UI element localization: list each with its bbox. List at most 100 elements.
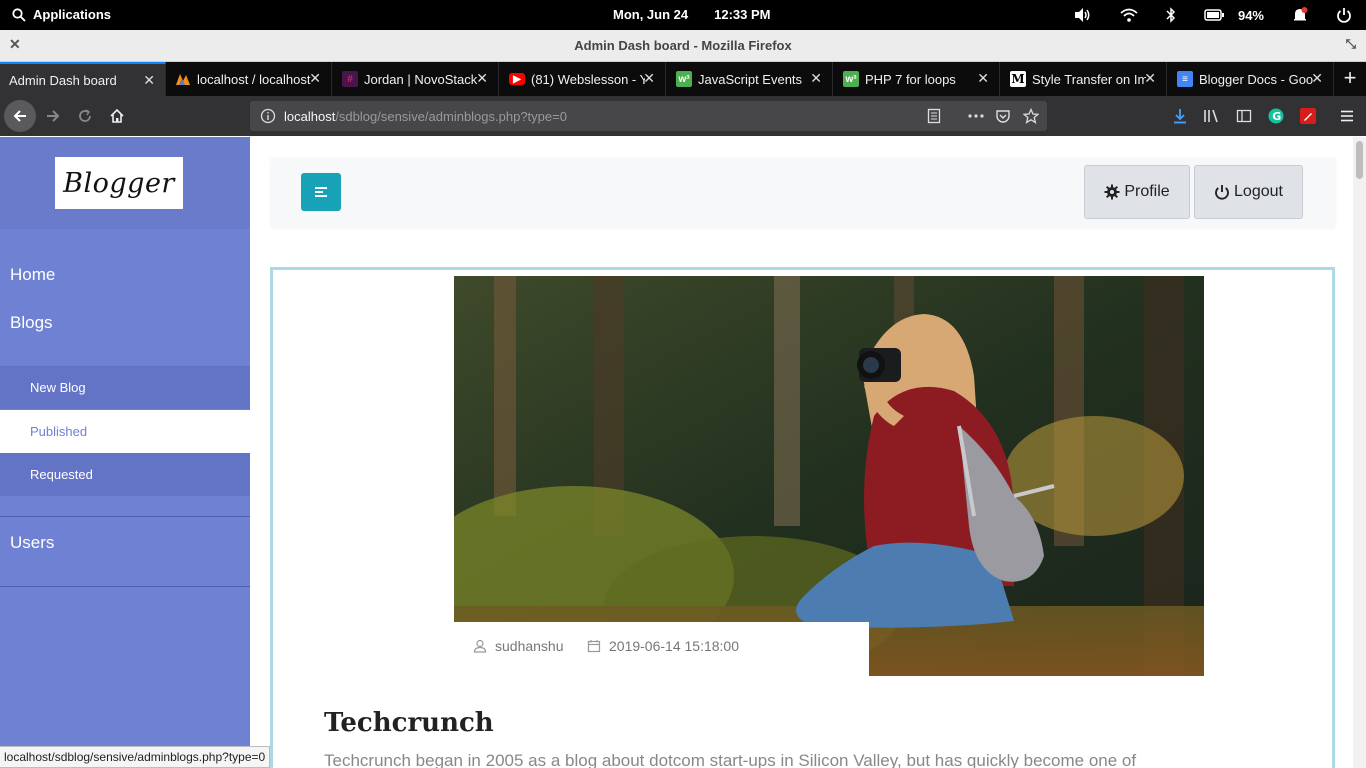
download-icon[interactable] — [1164, 100, 1196, 132]
page-scrollbar[interactable] — [1353, 137, 1366, 768]
sidebar-item-home[interactable]: Home — [10, 265, 55, 285]
sidebar-subitem-requested[interactable]: Requested — [0, 453, 250, 496]
w3schools-icon: w³ — [676, 71, 692, 87]
applications-menu[interactable]: Applications — [12, 7, 111, 22]
power-icon[interactable] — [1336, 7, 1352, 23]
tab-close-icon[interactable]: ✕ — [977, 70, 989, 87]
arrow-left-icon — [13, 110, 26, 122]
tab-youtube[interactable]: ▶ (81) Webslesson - YouTube ✕ — [500, 62, 666, 96]
bluetooth-icon[interactable] — [1166, 7, 1176, 23]
sidebar-subitem-new-blog[interactable]: New Blog — [0, 366, 250, 409]
tab-close-icon[interactable]: ✕ — [309, 70, 321, 87]
info-icon[interactable] — [260, 108, 276, 127]
sidebar-logo-area: Blogger — [0, 137, 250, 229]
grammarly-icon[interactable]: G — [1260, 100, 1292, 132]
tab-phpmyadmin[interactable]: localhost / localhost ✕ — [166, 62, 332, 96]
sidebar-toggle-button[interactable] — [301, 173, 341, 211]
url-path: /sdblog/sensive/adminblogs.php?type=0 — [335, 109, 567, 124]
tab-label: JavaScript Events — [698, 71, 803, 87]
battery-percent: 94% — [1237, 7, 1264, 23]
volume-icon[interactable] — [1074, 7, 1092, 23]
tab-close-icon[interactable]: ✕ — [643, 70, 655, 87]
back-button[interactable] — [4, 100, 36, 132]
reload-icon — [79, 109, 91, 122]
w3schools-icon: w³ — [843, 71, 859, 87]
youtube-icon: ▶ — [509, 73, 525, 85]
post-image — [454, 276, 1204, 676]
slack-icon: # — [342, 71, 358, 87]
tab-close-icon[interactable]: ✕ — [1311, 70, 1323, 87]
tab-bar: Admin Dash board ✕ localhost / localhost… — [0, 62, 1366, 96]
scrollbar-thumb[interactable] — [1356, 141, 1363, 179]
reload-button[interactable] — [69, 100, 101, 132]
post-excerpt: Techcrunch began in 2005 as a blog about… — [324, 751, 1137, 768]
tab-php-for-loops[interactable]: w³ PHP 7 for loops ✕ — [834, 62, 1000, 96]
tab-label: Blogger Docs - Google Docs — [1199, 71, 1313, 87]
tab-blogger-docs[interactable]: ≡ Blogger Docs - Google Docs ✕ — [1168, 62, 1334, 96]
date-text: Mon, Jun 24 — [613, 7, 689, 22]
logo-text: Blogger — [63, 167, 175, 199]
applications-label: Applications — [33, 7, 112, 22]
post-meta: sudhanshu 2019-06-14 15:18:00 — [454, 622, 869, 682]
tab-label: Style Transfer on Images — [1032, 71, 1146, 87]
tab-close-icon[interactable]: ✕ — [810, 70, 822, 87]
top-navbar: Profile Logout — [271, 158, 1335, 227]
tab-label: Jordan | NovoStack — [364, 71, 478, 87]
forward-button[interactable] — [37, 100, 69, 132]
battery-icon[interactable]: 94% — [1204, 8, 1264, 23]
link-status-bar: localhost/sdblog/sensive/adminblogs.php?… — [0, 746, 271, 768]
profile-button[interactable]: Profile — [1084, 165, 1190, 219]
tab-javascript-events[interactable]: w³ JavaScript Events ✕ — [667, 62, 833, 96]
author-name: sudhanshu — [495, 638, 564, 654]
arrow-right-icon — [47, 110, 60, 122]
notification-bell-icon[interactable] — [1292, 7, 1308, 23]
os-top-bar: Applications Mon, Jun 24 12:33 PM 94% — [0, 0, 1366, 30]
sidebar-subitem-published[interactable]: Published — [0, 410, 250, 453]
calendar-icon — [587, 640, 601, 653]
url-text: localhost/sdblog/sensive/adminblogs.php?… — [284, 109, 567, 124]
sidebar-item-users[interactable]: Users — [10, 533, 54, 553]
tab-label: localhost / localhost — [197, 71, 311, 87]
window-maximize-icon[interactable]: ⤡ — [1346, 36, 1356, 52]
url-bar[interactable]: localhost/sdblog/sensive/adminblogs.php?… — [250, 101, 1047, 131]
system-tray: 94% — [1046, 5, 1352, 25]
sidebar-item-blogs[interactable]: Blogs — [10, 313, 53, 333]
medium-icon: M — [1010, 71, 1026, 87]
hamburger-menu-icon[interactable] — [1331, 100, 1363, 132]
post-title[interactable]: Techcrunch — [324, 708, 494, 738]
google-docs-icon: ≡ — [1177, 71, 1193, 87]
sidebar-toggle-icon[interactable] — [1228, 100, 1260, 132]
page-actions-icon[interactable] — [967, 108, 985, 127]
tab-label: Admin Dash board — [9, 72, 117, 88]
wifi-icon[interactable] — [1120, 8, 1138, 22]
tab-admin-dashboard[interactable]: Admin Dash board ✕ — [0, 62, 166, 96]
home-icon — [110, 108, 124, 123]
tab-slack[interactable]: # Jordan | NovoStack ✕ — [333, 62, 499, 96]
clock[interactable]: Mon, Jun 24 12:33 PM — [613, 7, 771, 22]
tab-label: (81) Webslesson - YouTube — [531, 71, 645, 87]
library-icon[interactable] — [1196, 100, 1228, 132]
logout-button[interactable]: Logout — [1194, 165, 1303, 219]
post-author[interactable]: sudhanshu — [473, 638, 564, 654]
gear-icon — [1104, 184, 1120, 200]
sidebar-divider — [0, 516, 250, 517]
blog-post-card[interactable]: sudhanshu 2019-06-14 15:18:00 Techcrunch… — [270, 267, 1335, 768]
home-button[interactable] — [101, 100, 133, 132]
tab-close-icon[interactable]: ✕ — [1144, 70, 1156, 87]
pocket-icon[interactable] — [995, 108, 1011, 127]
reader-view-icon[interactable] — [926, 108, 942, 127]
align-left-icon — [315, 187, 327, 197]
extension-pen-icon[interactable] — [1292, 100, 1324, 132]
window-title: Admin Dash board - Mozilla Firefox — [574, 38, 792, 53]
bookmark-star-icon[interactable] — [1022, 107, 1040, 127]
main-content: Profile Logout sudhanshu 2019-06-14 15:1… — [250, 137, 1353, 768]
tab-label: PHP 7 for loops — [865, 71, 956, 87]
blogger-logo[interactable]: Blogger — [55, 157, 183, 209]
tab-close-icon[interactable]: ✕ — [143, 72, 155, 89]
new-tab-button[interactable]: + — [1334, 62, 1366, 96]
tab-style-transfer[interactable]: M Style Transfer on Images ✕ — [1001, 62, 1167, 96]
power-icon — [1215, 185, 1229, 200]
time-text: 12:33 PM — [714, 7, 771, 22]
date-text: 2019-06-14 15:18:00 — [609, 638, 739, 654]
tab-close-icon[interactable]: ✕ — [476, 70, 488, 87]
